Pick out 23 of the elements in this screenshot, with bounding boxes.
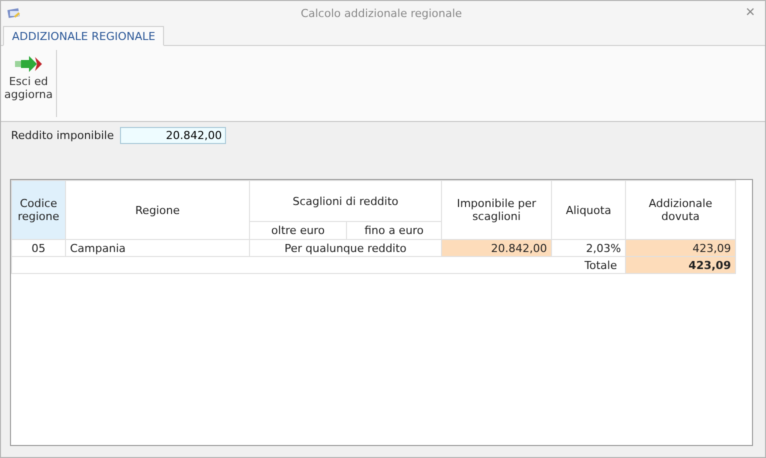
column-header[interactable]: Aliquota (552, 180, 626, 240)
exit-update-button[interactable]: Esci ed aggiorna (1, 50, 57, 117)
column-header[interactable]: Imponibile per scaglioni (442, 180, 552, 240)
tab[interactable]: ADDIZIONALE REGIONALE (3, 26, 164, 46)
table-cell: 2,03% (552, 240, 626, 256)
field-label: Reddito imponibile (11, 129, 114, 142)
column-header[interactable]: fino a euro (346, 222, 442, 240)
total-value: 423,09 (626, 256, 736, 274)
total-label: Totale (12, 256, 626, 274)
table-cell: 05 (12, 240, 66, 256)
column-header[interactable]: Addizionale dovuta (626, 180, 736, 240)
column-header[interactable]: Scaglioni di reddito (250, 180, 442, 222)
table-cell: Per qualunque reddito (250, 240, 442, 256)
column-header[interactable]: Regione (66, 180, 250, 240)
input-field[interactable]: 20.842,00 (120, 127, 226, 144)
table-cell: Campania (66, 240, 250, 256)
arrow-icon (14, 56, 42, 72)
app-icon (7, 6, 21, 20)
table-cell: 423,09 (626, 240, 736, 256)
table-cell: 20.842,00 (442, 240, 552, 256)
column-header[interactable]: oltre euro (250, 222, 346, 240)
column-header[interactable]: Codice regione (12, 180, 66, 240)
window-title: Calcolo addizionale regionale (300, 6, 463, 20)
